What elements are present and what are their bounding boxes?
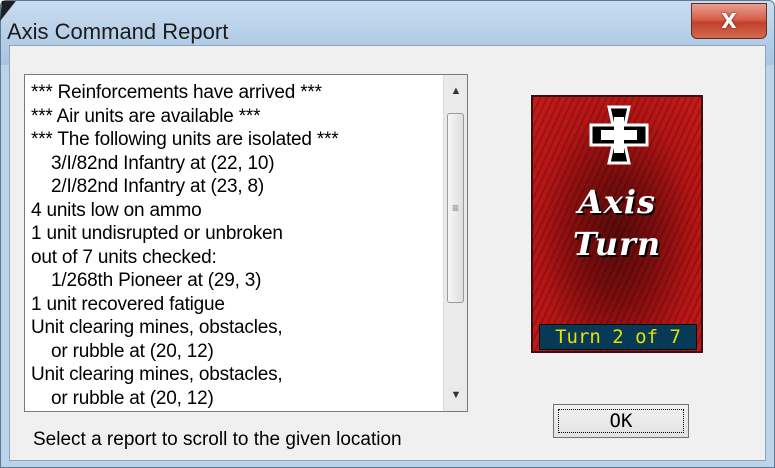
close-icon: X	[721, 9, 737, 33]
turn-label: Turn	[572, 225, 662, 263]
axis-label: Axis	[577, 183, 657, 221]
report-list-item[interactable]: Unit clearing mines, obstacles,	[31, 316, 443, 340]
window-title: Axis Command Report	[7, 19, 229, 44]
scroll-down-icon[interactable]: ▼	[446, 385, 466, 405]
report-list: *** Reinforcements have arrived *** *** A…	[25, 75, 443, 411]
grip-icon: ≡	[451, 201, 459, 215]
vertical-scrollbar[interactable]: ▲ ≡ ▼	[443, 75, 467, 411]
close-button[interactable]: X	[691, 3, 767, 39]
report-list-item[interactable]: 1 unit undisrupted or unbroken	[31, 222, 443, 246]
report-list-item[interactable]: 4 units low on ammo	[31, 199, 443, 223]
report-list-item[interactable]: or rubble at (20, 12)	[31, 387, 443, 411]
report-listbox[interactable]: *** Reinforcements have arrived *** *** A…	[24, 74, 468, 412]
report-list-item[interactable]: 1 unit recovered fatigue	[31, 293, 443, 317]
report-list-item[interactable]: *** Air units are available ***	[31, 105, 443, 129]
report-list-item[interactable]: *** The following units are isolated ***	[31, 128, 443, 152]
turn-counter: Turn 2 of 7	[539, 324, 697, 350]
report-list-item[interactable]: Unit clearing mines, obstacles,	[31, 363, 443, 387]
turn-panel: Axis Turn Turn 2 of 7	[531, 95, 703, 353]
scroll-up-icon[interactable]: ▲	[446, 81, 466, 101]
iron-cross-icon	[589, 105, 649, 165]
ok-button-label: OK	[558, 409, 684, 433]
report-list-item[interactable]: 1/268th Pioneer at (29, 3)	[31, 269, 443, 293]
report-list-item[interactable]: *** Reinforcements have arrived ***	[31, 81, 443, 105]
report-list-item[interactable]: out of 7 units checked:	[31, 246, 443, 270]
report-list-item[interactable]: 2/I/82nd Infantry at (23, 8)	[31, 175, 443, 199]
mouse-pointer-icon	[0, 1, 16, 21]
dialog-window: Axis Command Report X *** Reinforcements…	[0, 0, 775, 468]
report-list-item[interactable]: or rubble at (20, 12)	[31, 340, 443, 364]
report-list-item[interactable]: 3/I/82nd Infantry at (22, 10)	[31, 152, 443, 176]
status-text: Select a report to scroll to the given l…	[33, 429, 402, 450]
scroll-thumb[interactable]: ≡	[447, 113, 464, 303]
ok-button[interactable]: OK	[553, 404, 689, 438]
